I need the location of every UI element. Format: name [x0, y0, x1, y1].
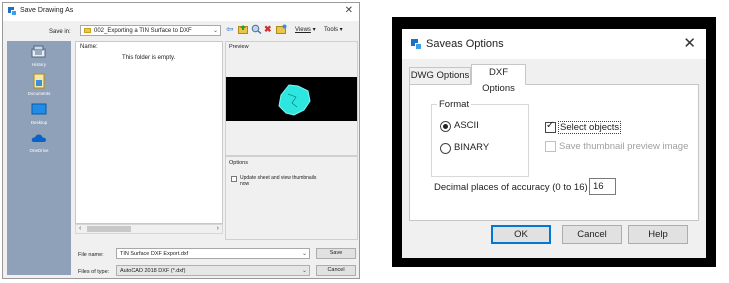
- binary-radio[interactable]: [440, 143, 451, 154]
- file-toolbar: ⇦ ✖ Views ▾ Tools ▾: [226, 24, 358, 36]
- search-web-icon[interactable]: [251, 24, 262, 35]
- folder-icon: [84, 28, 91, 33]
- empty-folder-message: This folder is empty.: [122, 55, 176, 61]
- ok-button[interactable]: OK: [491, 225, 551, 244]
- place-label: Documents: [27, 91, 51, 96]
- scrollbar-thumb[interactable]: [87, 226, 131, 232]
- ascii-radio[interactable]: [440, 121, 451, 132]
- save-dialog-titlebar[interactable]: Save Drawing As ✕: [3, 3, 359, 21]
- save-button[interactable]: Save: [316, 248, 356, 259]
- scroll-left-icon[interactable]: ‹: [79, 225, 81, 233]
- file-name-value: TIN Surface DXF Export.dxf: [120, 251, 189, 257]
- options-dialog-titlebar[interactable]: Saveas Options ✕: [402, 29, 706, 59]
- tab-dxf-options[interactable]: DXF Options: [471, 64, 526, 94]
- cancel-button[interactable]: Cancel: [562, 225, 622, 244]
- save-thumbnail-label: Save thumbnail preview image: [559, 141, 689, 152]
- tin-surface-shape: [278, 84, 311, 116]
- new-folder-icon[interactable]: [276, 24, 287, 35]
- options-dialog-title: Saveas Options: [426, 38, 504, 50]
- up-folder-icon[interactable]: [238, 24, 249, 35]
- file-type-label: Files of type:: [78, 269, 110, 275]
- place-label: History: [31, 62, 46, 67]
- place-label: Desktop: [30, 120, 48, 125]
- options-label: Options: [229, 160, 248, 166]
- update-thumbnails-checkbox[interactable]: [231, 176, 237, 182]
- back-icon[interactable]: ⇦: [226, 24, 234, 35]
- select-objects-label[interactable]: Select objects: [558, 121, 622, 134]
- format-group: Format ASCII BINARY: [431, 99, 529, 177]
- saveas-options-dialog: Saveas Options ✕ DWG Options DXF Options…: [402, 29, 706, 258]
- history-icon: [31, 45, 47, 59]
- decimal-places-label: Decimal places of accuracy (0 to 16): [434, 182, 588, 193]
- desktop-icon: [31, 103, 47, 117]
- documents-icon: [31, 73, 47, 89]
- binary-label[interactable]: BINARY: [454, 142, 489, 153]
- views-menu[interactable]: Views ▾: [295, 25, 316, 35]
- autocad-app-icon: [8, 7, 17, 16]
- ascii-label[interactable]: ASCII: [454, 120, 479, 131]
- preview-label: Preview: [229, 44, 249, 50]
- decimal-places-input[interactable]: 16: [589, 178, 616, 195]
- save-in-label: Save in:: [49, 29, 71, 35]
- save-dialog-title: Save Drawing As: [20, 7, 74, 14]
- file-name-input[interactable]: TIN Surface DXF Export.dxf ⌄: [116, 248, 310, 259]
- close-icon[interactable]: ✕: [345, 5, 353, 17]
- delete-icon[interactable]: ✖: [264, 24, 272, 35]
- tab-dwg-options[interactable]: DWG Options: [409, 67, 471, 85]
- options-panel: Options Update sheet and view thumbnails…: [225, 156, 358, 240]
- places-bar: History Documents Desktop OneDrive: [7, 41, 71, 275]
- save-drawing-dialog: Save Drawing As ✕ Save in: 002_Exporting…: [2, 2, 360, 279]
- autocad-app-icon: [411, 39, 422, 50]
- close-icon[interactable]: ✕: [683, 35, 696, 52]
- file-name-label: File name:: [78, 252, 104, 258]
- format-group-label: Format: [437, 99, 472, 110]
- chevron-down-icon: ⌄: [301, 268, 307, 274]
- name-column-header[interactable]: Name:: [80, 44, 98, 50]
- onedrive-icon: [31, 131, 47, 145]
- file-type-select[interactable]: AutoCAD 2018 DXF (*.dxf) ⌄: [116, 265, 310, 276]
- save-in-combobox[interactable]: 002_Exporting a TIN Surface to DXF ⌄: [80, 25, 221, 36]
- cancel-button[interactable]: Cancel: [316, 265, 356, 276]
- chevron-down-icon: ⌄: [212, 28, 218, 34]
- help-button[interactable]: Help: [628, 225, 688, 244]
- chevron-down-icon[interactable]: ⌄: [302, 249, 307, 259]
- save-thumbnail-checkbox: [545, 141, 556, 152]
- select-objects-checkbox[interactable]: ✓: [545, 120, 556, 133]
- scroll-right-icon[interactable]: ›: [217, 225, 219, 233]
- file-type-value: AutoCAD 2018 DXF (*.dxf): [120, 268, 186, 274]
- preview-image: [226, 77, 357, 121]
- save-in-path: 002_Exporting a TIN Surface to DXF: [94, 28, 192, 34]
- update-thumbnails-label[interactable]: Update sheet and view thumbnails now: [240, 175, 320, 187]
- file-list[interactable]: Name: This folder is empty.: [75, 41, 223, 224]
- preview-panel: Preview: [225, 41, 358, 156]
- horizontal-scrollbar[interactable]: ‹ ›: [75, 224, 223, 234]
- place-label: OneDrive: [29, 148, 49, 153]
- tools-menu[interactable]: Tools ▾: [324, 25, 343, 35]
